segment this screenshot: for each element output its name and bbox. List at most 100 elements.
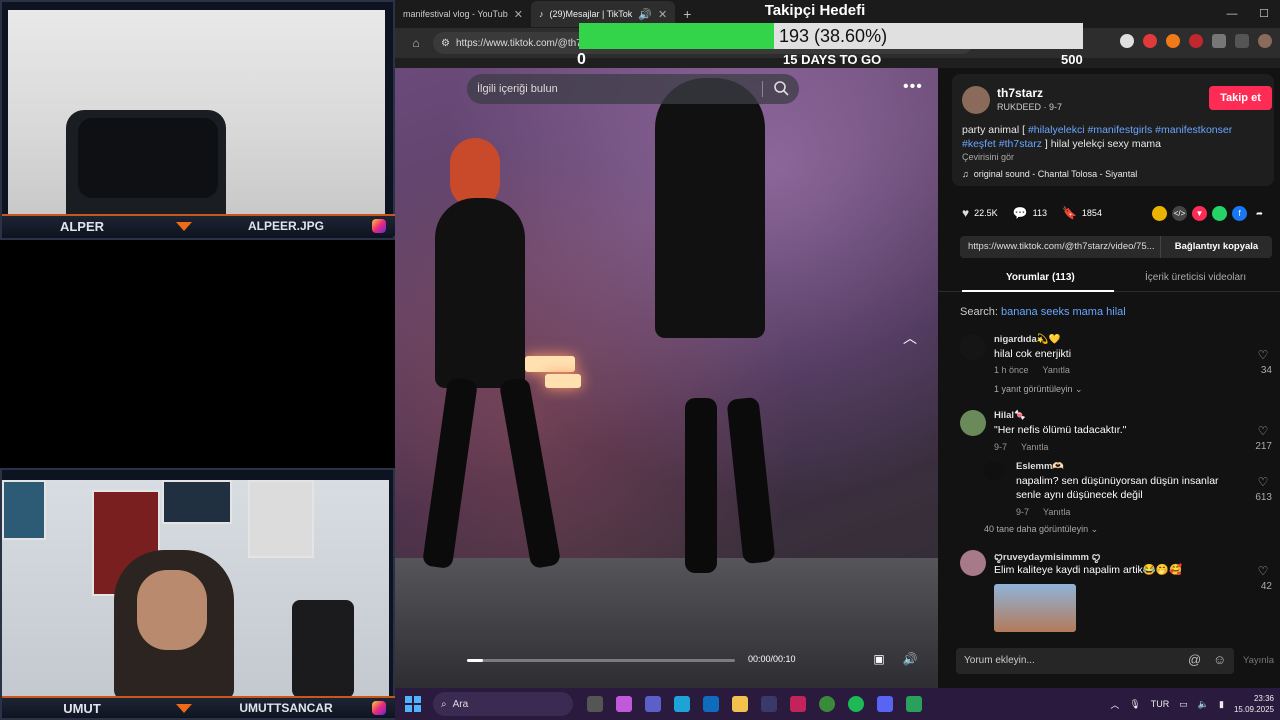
app-icon[interactable] [906,696,922,712]
menu-icon[interactable] [1235,34,1249,48]
windows-start-icon[interactable] [405,696,421,712]
dancer-right [655,78,765,338]
app-icon[interactable] [790,696,806,712]
heart-icon[interactable]: ♡ [1253,348,1273,362]
extension-icon[interactable] [1143,34,1157,48]
search-suggestion[interactable]: Search: banana seeks mama hilal [960,306,1126,318]
teams-icon[interactable] [645,696,661,712]
author-username[interactable]: th7starz [997,86,1043,100]
site-settings-icon[interactable]: ⚙ [441,38,450,49]
comment-text: "Her nefis ölümü tadacaktır." [994,424,1127,436]
extension-icon[interactable] [1166,34,1180,48]
volume-icon[interactable]: 🔈 [1198,699,1209,710]
related-search[interactable]: İlgili içeriği bulun [467,74,799,104]
heart-icon[interactable]: ♡ [1253,424,1273,438]
avatar[interactable] [984,461,1004,481]
share-arrow-icon[interactable]: ➦ [1252,206,1267,221]
tab-youtube[interactable]: manifestival vlog - YouTub ✕ [395,1,531,27]
whatsapp-icon[interactable] [1212,206,1227,221]
volume-icon[interactable]: 🔊 [902,652,918,668]
mention-icon[interactable]: @ [1188,652,1201,667]
tab-creator-videos[interactable]: İçerik üreticisi videoları [1145,272,1246,283]
heart-icon[interactable]: ♥ [962,206,969,220]
webcam-top-namebar: ALPER ALPEER.JPG [2,214,397,236]
heart-icon[interactable]: ♡ [1253,564,1273,578]
clock[interactable]: 23:36 15.09.2025 [1234,693,1274,715]
outlook-icon[interactable] [703,696,719,712]
share-link-field[interactable]: https://www.tiktok.com/@th7starz/video/7… [960,236,1160,258]
bookmark-icon[interactable]: 🔖 [1062,206,1077,220]
heart-icon[interactable]: ♡ [1253,475,1273,489]
comment-icon[interactable]: 💬 [1013,206,1028,220]
reply-link[interactable]: Yanıtla [1043,365,1070,375]
reply-link[interactable]: Yanıtla [1021,442,1048,452]
goal-days: 15 DAYS TO GO [783,52,882,67]
hashtags[interactable]: #keşfet #th7starz [962,138,1042,150]
spotify-icon[interactable] [848,696,864,712]
search-icon[interactable] [773,80,789,96]
post-caption: party animal [ #hilalyelekci #manifestgi… [962,124,1233,150]
video-player[interactable]: İlgili içeriği bulun ••• ︿ 00:00/00:10 ▣… [395,68,938,688]
chevron-up-icon[interactable]: ︿ [903,328,917,348]
tab-comments[interactable]: Yorumlar (113) [1006,272,1075,283]
chevron-up-icon[interactable]: ︿ [1110,698,1119,711]
comment-author[interactable]: nigardıda💫💛 [994,334,1060,345]
discord-icon[interactable] [877,696,893,712]
more-options-icon[interactable]: ••• [903,78,923,96]
extension-icon[interactable] [1189,34,1203,48]
task-view-icon[interactable] [587,696,603,712]
author-avatar[interactable] [962,86,990,114]
close-icon[interactable]: ✕ [514,8,523,21]
home-icon[interactable]: ⌂ [405,36,427,50]
copilot-icon[interactable] [616,696,632,712]
network-icon[interactable]: ▭ [1179,699,1188,710]
follow-button[interactable]: Takip et [1209,86,1272,110]
facebook-icon[interactable]: f [1232,206,1247,221]
avatar[interactable] [960,550,986,576]
post-comment-button[interactable]: Yayınla [1243,655,1274,666]
extensions-row [1120,34,1272,48]
embed-icon[interactable]: </> [1172,206,1187,221]
microphone-icon[interactable]: 🎙 [1129,699,1140,710]
chrome-icon[interactable] [819,696,835,712]
profile-avatar[interactable] [1258,34,1272,48]
language-indicator[interactable]: TUR [1151,699,1170,709]
copy-link-button[interactable]: Bağlantıyı kopyala [1160,236,1272,258]
puzzle-icon[interactable] [1212,34,1226,48]
view-replies-link[interactable]: 40 tane daha görüntüleyin ⌄ [984,524,1098,535]
battery-icon[interactable]: ▮ [1219,699,1224,710]
maximize-button[interactable]: ☐ [1248,0,1280,28]
dancer-left [435,198,525,388]
comment-author[interactable]: Eslemm🫶🏻 [1016,461,1064,472]
webcam-top-feed [8,10,385,214]
reply-link[interactable]: Yanıtla [1043,507,1070,517]
view-replies-link[interactable]: 1 yanıt görüntüleyin ⌄ [994,384,1083,395]
taskbar: ⌕ Ara ︿ 🎙 TUR ▭ 🔈 ▮ 23:36 15.09.2025 [395,688,1280,720]
goal-progress-fill [579,23,774,49]
comment-author[interactable]: Hilal🍬 [994,410,1026,421]
floating-player-icon[interactable]: ▣ [871,652,887,668]
sound-link[interactable]: ♫ original sound - Chantal Tolosa - Siya… [962,169,1137,179]
send-icon[interactable]: ▼ [1192,206,1207,221]
comment-author[interactable]: ꨄ︎ruveydaymisimmm ꨄ︎ [994,550,1101,564]
comment-time: 9-7 [994,442,1008,452]
webcam-bottom-namebar: UMUT UMUTTSANCAR [2,696,397,718]
avatar[interactable] [960,334,986,360]
edge-icon[interactable] [674,696,690,712]
taskbar-search[interactable]: ⌕ Ara [433,692,573,716]
app-icon[interactable] [761,696,777,712]
coin-icon[interactable] [1152,206,1167,221]
video-progress[interactable] [467,659,735,662]
comment-time: 1 h önce [994,365,1029,375]
see-translation-link[interactable]: Çevirisini gör [962,152,1014,162]
emoji-icon[interactable]: ☺ [1213,652,1226,667]
avatar[interactable] [960,410,986,436]
folder-icon[interactable] [732,696,748,712]
comment-reply: Eslemm🫶🏻 napalim? sen düşünüyorsan düşün… [984,461,1273,536]
hashtags[interactable]: #hilalyelekci #manifestgirls #manifestko… [1028,124,1232,136]
shield-icon[interactable] [1120,34,1134,48]
goal-progress-text: 193 (38.60%) [779,26,888,46]
video-controls: 00:00/00:10 ▣ 🔊 [395,648,938,678]
comment-image[interactable] [994,584,1076,632]
minimize-button[interactable]: — [1216,0,1248,28]
